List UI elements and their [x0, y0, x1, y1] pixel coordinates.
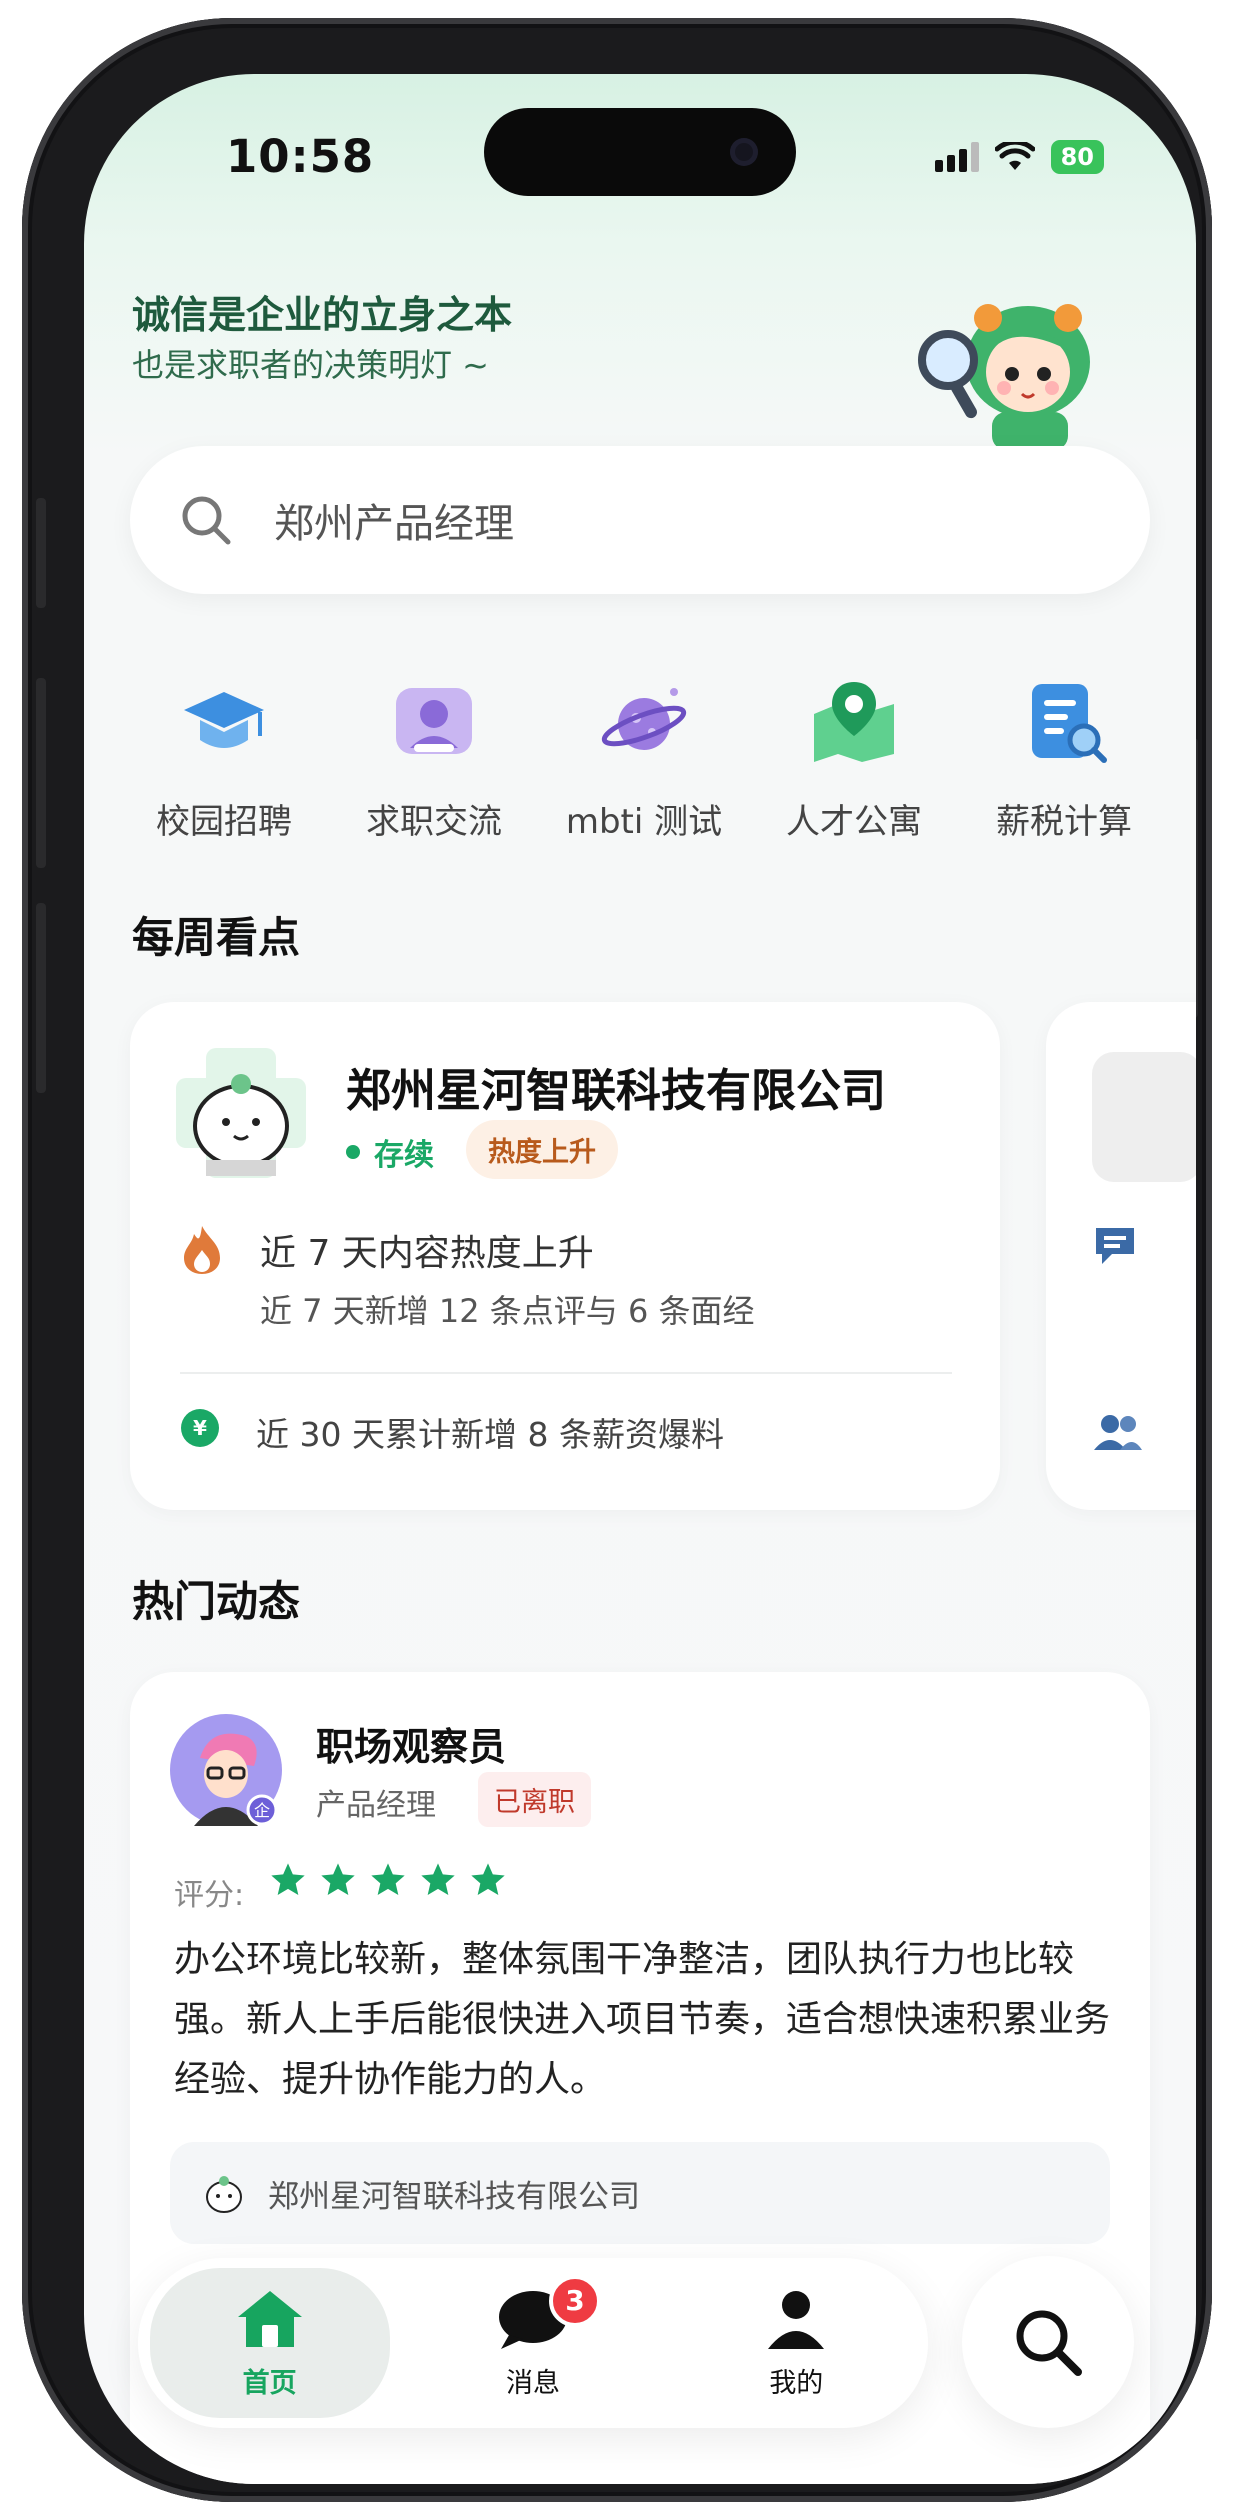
volume-down-button: [36, 903, 46, 1093]
company-name: 郑州星河智联科技有限公司: [346, 1064, 887, 1117]
user-icon: [768, 2290, 825, 2349]
company-mascot-icon: [176, 1048, 306, 1178]
post-user-status-tag: 已离职: [478, 1772, 591, 1827]
star-icon: [471, 1863, 505, 1895]
quick-item-apartment[interactable]: 人才公寓: [754, 674, 954, 843]
phone-frame: 10:58 80 诚信是企业的立身之本 也是求职者的决策明灯 ~ 郑州产品经理 …: [22, 18, 1212, 2502]
signal-icon: [934, 142, 979, 172]
tab-home[interactable]: 首页: [149, 2268, 390, 2418]
search-icon: [1016, 2310, 1082, 2376]
screen: 10:58 80 诚信是企业的立身之本 也是求职者的决策明灯 ~ 郑州产品经理 …: [84, 74, 1196, 2484]
quick-item-tax[interactable]: 薪税计算: [964, 674, 1164, 843]
users-icon: [1094, 1415, 1142, 1450]
search-bar[interactable]: 郑州产品经理: [130, 446, 1150, 594]
search-input[interactable]: 郑州产品经理: [274, 491, 514, 549]
comment-icon: [1096, 1228, 1134, 1264]
star-icon: [321, 1863, 355, 1895]
home-icon: [237, 2290, 302, 2347]
graduation-cap-icon: [184, 692, 264, 748]
action-button: [36, 498, 46, 608]
tab-bar: 首页 3 消息 我的: [138, 2258, 928, 2428]
post-company-name: 郑州星河智联科技有限公司: [268, 2178, 640, 2215]
tagline-main: 诚信是企业的立身之本: [132, 293, 513, 337]
wifi-icon: [994, 142, 1035, 170]
star-icon: [371, 1863, 405, 1895]
heat-tag: 热度上升: [466, 1120, 618, 1179]
map-pin-icon: [814, 682, 894, 762]
card-divider: [180, 1372, 952, 1374]
people-chat-icon: [396, 688, 472, 754]
heat-detail: 近 7 天新增 12 条点评与 6 条面经: [260, 1292, 755, 1330]
search-icon: [182, 496, 231, 545]
quick-item-campus[interactable]: 校园招聘: [124, 674, 324, 843]
heat-title: 近 7 天内容热度上升: [260, 1233, 594, 1274]
tab-profile[interactable]: 我的: [676, 2287, 916, 2400]
avatar[interactable]: 企: [170, 1714, 282, 1826]
battery-indicator: 80: [1050, 140, 1104, 174]
search-fab[interactable]: [962, 2256, 1134, 2428]
post-username[interactable]: 职场观察员: [316, 1716, 506, 1771]
planet-icon: [601, 688, 687, 750]
weekly-company-card[interactable]: 郑州星河智联科技有限公司 存续 热度上升 近 7 天内容热度上升 近 7 天新增…: [130, 1002, 1000, 1510]
detective-mascot-icon: [918, 304, 1090, 450]
weekly-card-next[interactable]: [1046, 1002, 1196, 1510]
tagline-sub: 也是求职者的决策明灯 ~: [132, 346, 489, 384]
tab-messages[interactable]: 3 消息: [413, 2274, 653, 2400]
status-icons: 80: [934, 140, 1104, 174]
hot-section-title: 热门动态: [132, 1577, 301, 1626]
quick-item-mbti[interactable]: mbti 测试: [544, 674, 744, 843]
yuan-icon: ¥: [181, 1409, 219, 1447]
company-mascot-icon: [206, 2176, 242, 2213]
svg-text:企: 企: [254, 1801, 270, 1820]
company-logo-placeholder-icon: [1092, 1052, 1196, 1182]
tax-document-icon: [1032, 684, 1107, 763]
status-time: 10:58: [226, 130, 375, 183]
weekly-section-title: 每周看点: [132, 913, 301, 962]
post-company-link[interactable]: 郑州星河智联科技有限公司: [170, 2142, 1110, 2244]
salary-note: 近 30 天累计新增 8 条薪资爆料: [256, 1415, 724, 1454]
quick-item-jobchat[interactable]: 求职交流: [334, 674, 534, 843]
fire-icon: [184, 1226, 220, 1274]
star-icon: [421, 1863, 455, 1895]
post-text: 办公环境比较新，整体氛围干净整洁，团队执行力也比较强。新人上手后能很快进入项目节…: [174, 1939, 1111, 2100]
volume-up-button: [36, 678, 46, 868]
quick-entries: 校园招聘 求职交流 mbti 测试 人才公寓 薪税计算: [124, 674, 1164, 843]
rating-label: 评分:: [174, 1878, 245, 1913]
company-status: 存续: [346, 1130, 434, 1174]
star-icon: [271, 1863, 305, 1895]
post-user-role: 产品经理: [316, 1788, 436, 1823]
status-dot-icon: [346, 1145, 360, 1159]
svg-text:¥: ¥: [193, 1416, 207, 1440]
message-badge: 3: [548, 2274, 601, 2327]
rating-stars: [268, 1860, 508, 1900]
dynamic-island: [484, 108, 796, 196]
